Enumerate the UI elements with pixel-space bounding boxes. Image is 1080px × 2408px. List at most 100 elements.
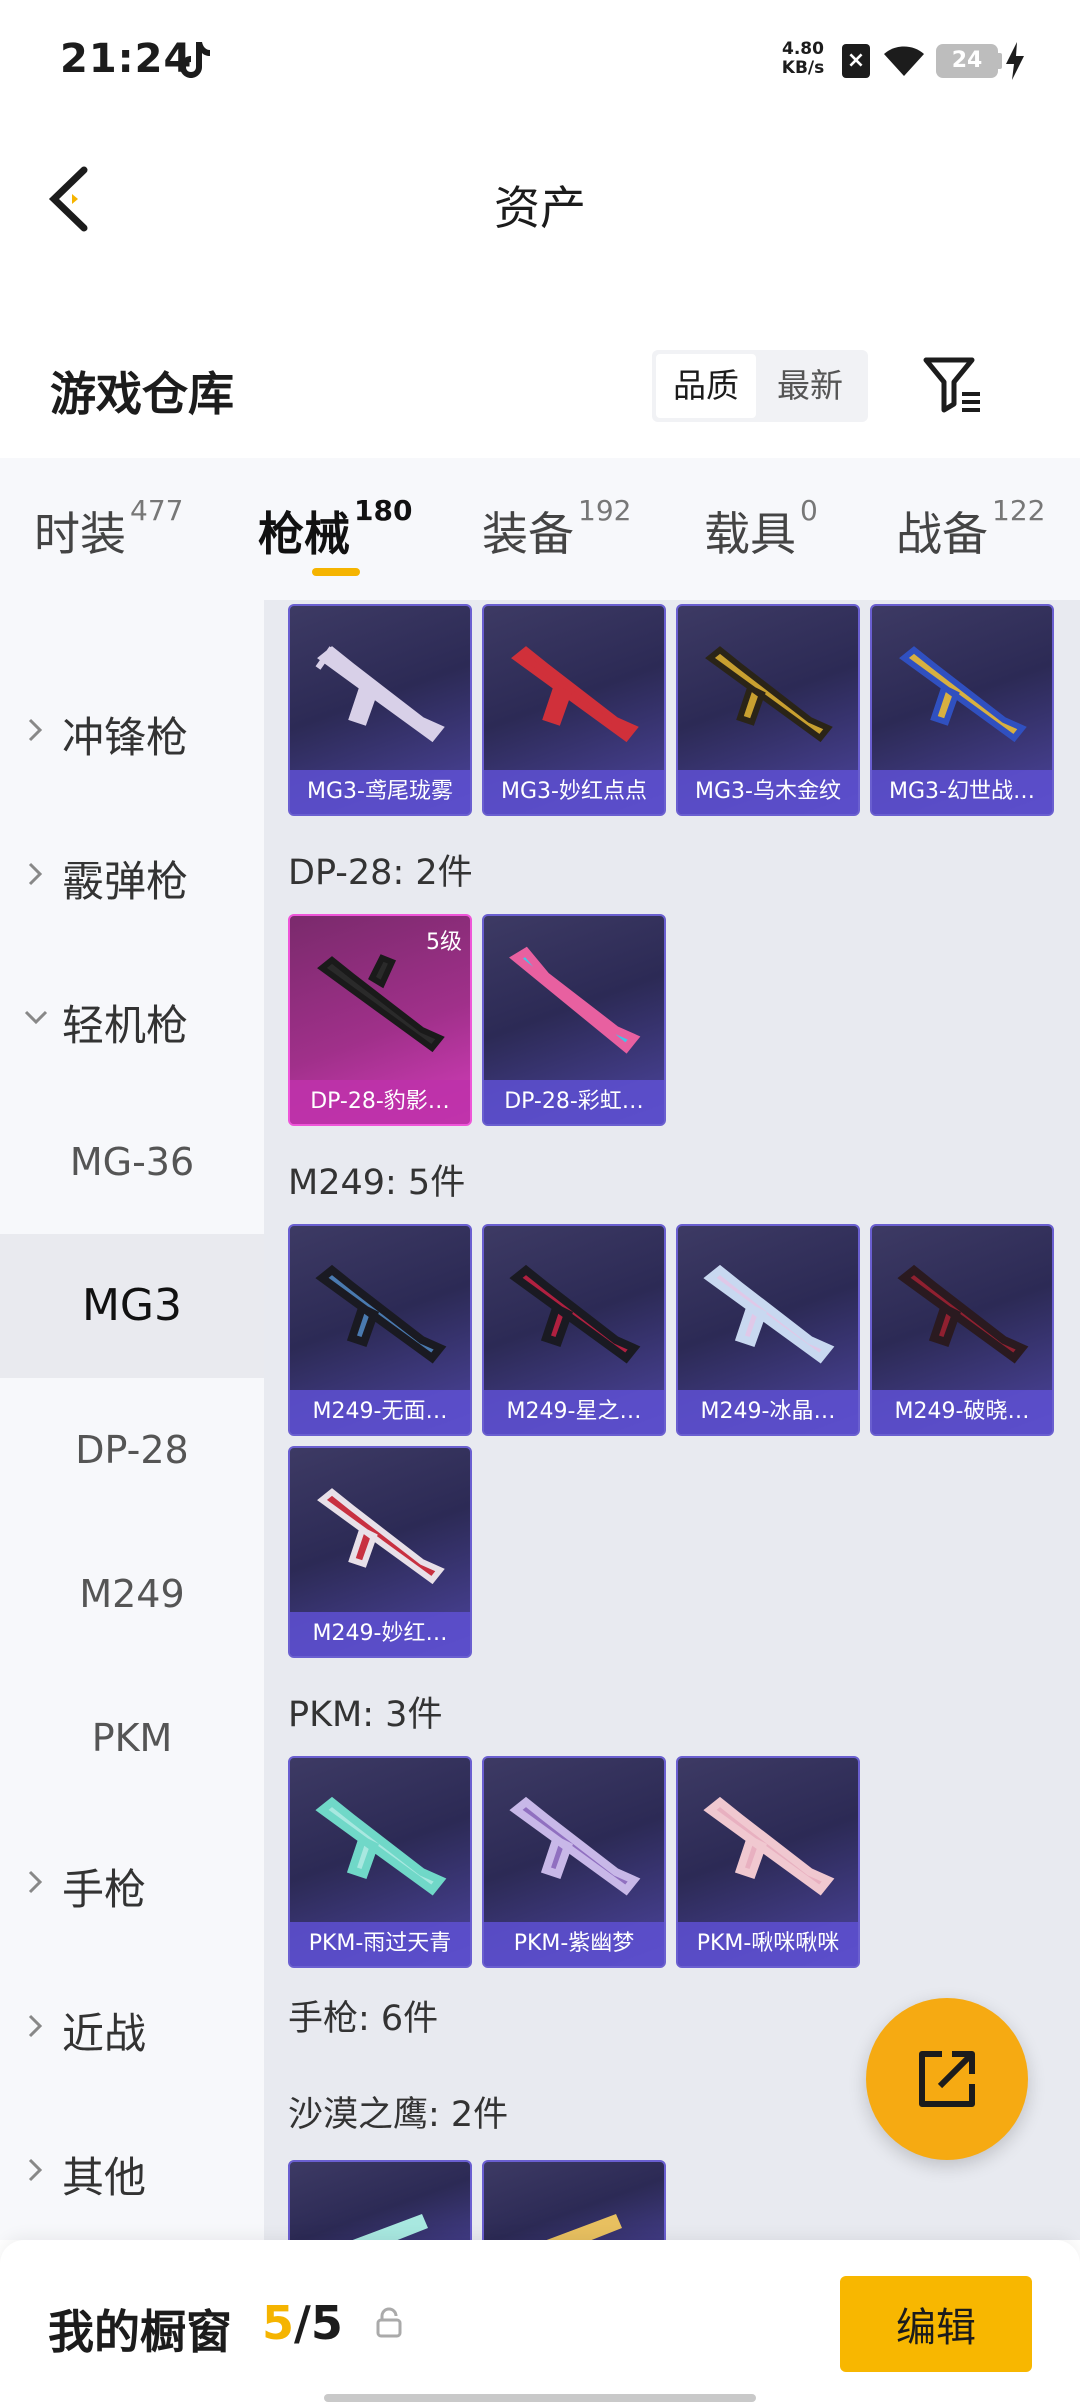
machine-gun-icon [509,946,641,1054]
machine-gun-icon [317,1488,445,1585]
network-speed-unit: KB/s [781,58,825,78]
share-button[interactable] [866,1998,1028,2160]
weapon-name: M249-星之… [484,1390,664,1434]
tab-equipment-label: 装备 [482,507,574,561]
weapon-name: PKM-雨过天青 [290,1922,470,1966]
showcase-count-total: 5 [310,2296,343,2350]
showcase-bar: 我的橱窗 5/5 编辑 [0,2240,1080,2408]
weapon-card[interactable]: MG3-妙红点点 [482,604,666,816]
home-indicator[interactable] [324,2394,756,2402]
chevron-right-icon [28,1870,43,1894]
tab-firearms-label: 枪械 [258,507,350,561]
tab-supplies[interactable]: 战备 122 [896,494,1045,564]
clock: 21:24 [60,36,193,82]
chevron-right-icon [28,862,43,886]
tab-fashion[interactable]: 时装 477 [34,494,183,564]
sidebar-item-shotgun[interactable]: 霰弹枪 [0,802,264,946]
sidebar-item-smg[interactable]: 冲锋枪 [0,658,264,802]
weapon-name: MG3-乌木金纹 [678,770,858,814]
machine-gun-icon [703,1796,835,1896]
sidebar-item-label: 手枪 [62,1865,147,1914]
sidebar-item-label: 其他 [62,2153,147,2202]
weapon-card[interactable]: 5级 DP-28-豹影… [288,914,472,1126]
group-title-m249: M249: 5件 [288,1163,466,1203]
network-speed-value: 4.80 [782,39,824,59]
weapon-card[interactable]: MG3-鸢尾珑雾 [288,604,472,816]
pistol-icon [352,2214,428,2240]
group-title-pistol: 手枪: 6件 [288,1999,439,2039]
machine-gun-icon [315,646,445,743]
battery-tip [998,53,1002,69]
weapon-name: MG3-幻世战… [872,770,1052,814]
edit-button[interactable]: 编辑 [840,2276,1032,2372]
machine-gun-icon [317,954,445,1053]
tab-vehicles[interactable]: 载具 0 [704,494,818,564]
warehouse-title: 游戏仓库 [50,367,234,421]
sidebar-item-label: 近战 [62,2009,147,2058]
weapon-card[interactable]: M249-妙红… [288,1446,472,1658]
group-title-dp28: DP-28: 2件 [288,853,473,893]
tab-equipment-count: 192 [578,494,632,527]
weapon-card[interactable]: PKM-雨过天青 [288,1756,472,1968]
weapon-card[interactable]: PKM-啾咪啾咪 [676,1756,860,1968]
sidebar-item-pistol[interactable]: 手枪 [0,1810,264,1954]
weapon-card[interactable]: MG3-乌木金纹 [676,604,860,816]
tab-vehicles-count: 0 [800,494,818,527]
tab-fashion-label: 时装 [34,507,126,561]
tiktok-icon [180,42,210,78]
category-tabs: 时装 477 枪械 180 装备 192 载具 0 战备 122 [0,458,1080,608]
battery-level: 24 [951,48,983,73]
weapon-card[interactable]: M249-冰晶… [676,1224,860,1436]
weapon-card[interactable]: DP-28-彩虹… [482,914,666,1126]
chevron-right-icon [28,2014,43,2038]
active-tab-indicator [312,568,360,576]
weapon-card[interactable] [482,2160,666,2240]
chevron-down-icon [24,1010,48,1025]
sidebar-sub-dp28[interactable]: DP-28 [0,1378,264,1522]
weapon-name: DP-28-彩虹… [484,1080,664,1124]
weapon-card[interactable]: MG3-幻世战… [870,604,1054,816]
sort-quality-option[interactable]: 品质 [656,354,756,418]
tab-fashion-count: 477 [130,494,184,527]
weapon-name: M249-冰晶… [678,1390,858,1434]
weapon-card[interactable]: M249-破晓… [870,1224,1054,1436]
machine-gun-icon [509,1796,641,1896]
weapon-card[interactable]: PKM-紫幽梦 [482,1756,666,1968]
group-title-deagle: 沙漠之鹰: 2件 [288,2095,509,2135]
sidebar-item-label: 冲锋枪 [62,713,189,762]
sidebar-sub-mg36[interactable]: MG-36 [0,1090,264,1234]
machine-gun-icon [511,646,639,743]
sidebar-item-melee[interactable]: 近战 [0,1954,264,2098]
machine-gun-icon [315,1796,447,1896]
sidebar-item-label: 霰弹枪 [62,857,189,906]
weapon-card[interactable]: M249-无面… [288,1224,472,1436]
weapon-name: M249-妙红… [290,1612,470,1656]
filter-icon[interactable] [922,354,984,416]
tab-firearms[interactable]: 枪械 180 [258,494,412,564]
weapon-card[interactable] [288,2160,472,2240]
header: 资产 [0,124,1080,274]
sidebar-sub-mg3[interactable]: MG3 [0,1234,264,1378]
no-sim-icon: × [842,44,870,78]
chevron-right-icon [28,2158,43,2182]
weapon-card[interactable]: M249-星之… [482,1224,666,1436]
weapon-name: MG3-妙红点点 [484,770,664,814]
machine-gun-icon [899,646,1027,743]
tab-equipment[interactable]: 装备 192 [482,494,631,564]
sidebar-sub-pkm[interactable]: PKM [0,1666,264,1810]
weapon-name: PKM-啾咪啾咪 [678,1922,858,1966]
network-speed: 4.80 KB/s [778,40,828,78]
weapon-category-sidebar: 冲锋枪 霰弹枪 轻机枪 MG-36 MG3 DP-28 M249 PKM 手枪 … [0,600,264,2240]
chevron-right-icon [28,718,43,742]
sort-segmented-control: 品质 最新 [652,350,868,422]
sidebar-item-lmg[interactable]: 轻机枪 [0,946,264,1090]
showcase-label: 我的橱窗 [48,2305,232,2359]
weapon-name: DP-28-豹影… [290,1080,470,1124]
sort-newest-option[interactable]: 最新 [760,354,860,418]
weapon-name: PKM-紫幽梦 [484,1922,664,1966]
tab-supplies-count: 122 [992,494,1046,527]
sidebar-sub-m249[interactable]: M249 [0,1522,264,1666]
weapon-name: MG3-鸢尾珑雾 [290,770,470,814]
sidebar-item-other[interactable]: 其他 [0,2098,264,2240]
machine-gun-icon [897,1264,1029,1364]
